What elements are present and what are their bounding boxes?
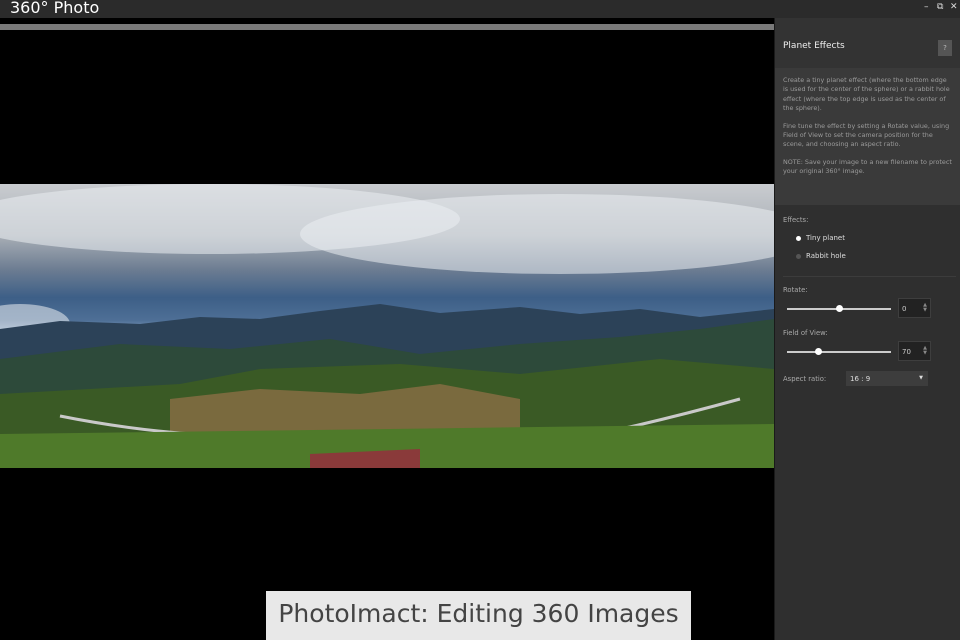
- description-text: NOTE: Save your image to a new filename …: [783, 157, 952, 176]
- description-text: Create a tiny planet effect (where the b…: [783, 76, 950, 113]
- spinner-icon[interactable]: ▲ ▼: [923, 346, 927, 356]
- radio-tiny-planet[interactable]: Tiny planet: [796, 234, 845, 242]
- chevron-down-icon: ▼: [919, 375, 923, 381]
- description-text: Fine tune the effect by setting a Rotate…: [783, 121, 950, 149]
- spinner-icon[interactable]: ▲ ▼: [923, 303, 927, 313]
- radio-selected-icon: [796, 235, 801, 241]
- hills: [0, 359, 774, 468]
- fov-value: 70: [902, 348, 911, 356]
- panel-description: Create a tiny planet effect (where the b…: [775, 68, 960, 205]
- rotate-label: Rotate:: [783, 286, 808, 294]
- minimize-icon[interactable]: –: [924, 2, 929, 12]
- fov-slider[interactable]: [787, 346, 891, 358]
- rotate-slider[interactable]: [787, 303, 891, 315]
- effects-label: Effects:: [783, 216, 809, 224]
- divider: [783, 276, 956, 277]
- fov-input[interactable]: 70 ▲ ▼: [898, 341, 931, 361]
- fov-label: Field of View:: [783, 329, 828, 337]
- close-icon[interactable]: ✕: [950, 2, 958, 12]
- planet-effects-panel: Planet Effects ? Create a tiny planet ef…: [774, 18, 960, 640]
- aspect-ratio-select[interactable]: 16 : 9 ▼: [846, 371, 928, 386]
- help-button[interactable]: ?: [938, 40, 952, 56]
- aspect-ratio-label: Aspect ratio:: [783, 375, 827, 383]
- radio-label: Tiny planet: [806, 234, 845, 242]
- panel-title: Planet Effects: [783, 41, 845, 51]
- radio-unselected-icon: [796, 253, 801, 259]
- restore-icon[interactable]: ⧉: [937, 2, 943, 12]
- rotate-value: 0: [902, 305, 907, 313]
- title-bar: 360° Photo – ⧉ ✕: [0, 0, 960, 18]
- radio-rabbit-hole[interactable]: Rabbit hole: [796, 252, 846, 260]
- rotate-input[interactable]: 0 ▲ ▼: [898, 298, 931, 318]
- slider-thumb[interactable]: [836, 305, 843, 312]
- radio-label: Rabbit hole: [806, 252, 846, 260]
- window-title: 360° Photo: [10, 0, 100, 17]
- panorama-image: [0, 184, 774, 468]
- caption-banner: PhotoImact: Editing 360 Images: [266, 591, 691, 640]
- slider-thumb[interactable]: [815, 348, 823, 355]
- aspect-ratio-value: 16 : 9: [850, 375, 871, 383]
